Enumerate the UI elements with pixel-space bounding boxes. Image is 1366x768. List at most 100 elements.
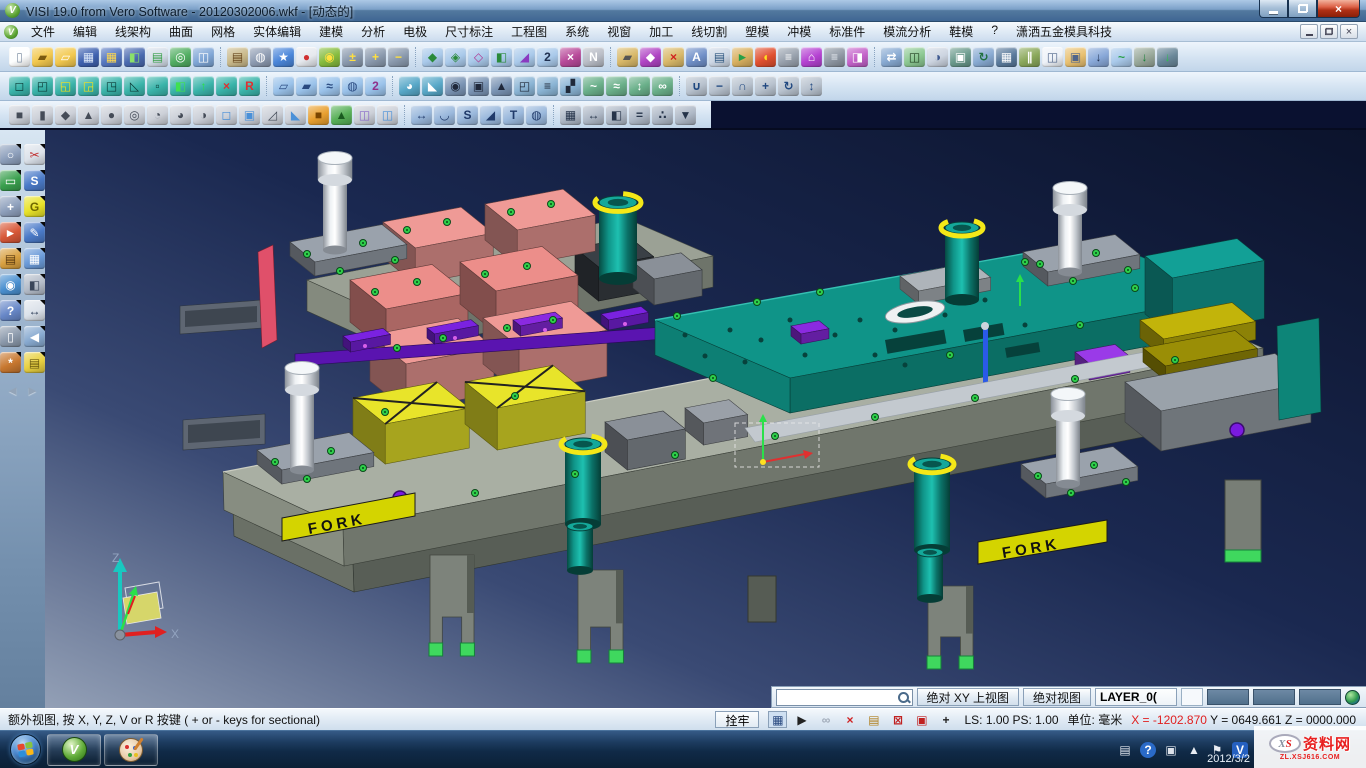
3d-viewport-scene[interactable]: FORKFORK ZX <box>45 130 1366 708</box>
menu-item-6[interactable]: 建模 <box>310 21 352 42</box>
mesh-sphere-icon[interactable]: ◍ <box>342 76 363 96</box>
layer-stack-icon[interactable]: ≡ <box>778 47 799 67</box>
thicken-feature-icon[interactable]: ↕ <box>629 76 650 96</box>
open-part-icon[interactable]: ▱ <box>55 47 76 67</box>
cursor-select-icon[interactable]: ▶ <box>792 711 811 728</box>
trim-scissors-icon[interactable]: ✂ <box>24 144 45 165</box>
stretch-solid-icon[interactable]: ↔ <box>411 105 432 125</box>
solid-cut-icon[interactable]: ◰ <box>32 76 53 96</box>
chamfer-edge-icon[interactable]: ◣ <box>422 76 443 96</box>
wrap-face-icon[interactable]: ◍ <box>526 105 547 125</box>
query-info-icon[interactable]: ? <box>0 300 21 321</box>
wedge-block-icon[interactable]: ◣ <box>285 105 306 125</box>
selection-frame-icon[interactable]: ▭ <box>0 170 21 191</box>
mdi-restore-button[interactable] <box>1320 24 1338 39</box>
print-icon[interactable]: ▤ <box>147 47 168 67</box>
menu-item-5[interactable]: 实体编辑 <box>244 21 310 42</box>
menu-item-1[interactable]: 编辑 <box>64 21 106 42</box>
mdi-minimize-button[interactable] <box>1300 24 1318 39</box>
mdi-close-button[interactable]: × <box>1340 24 1358 39</box>
sew-faces-icon[interactable]: ∞ <box>652 76 673 96</box>
search-icon[interactable] <box>897 691 910 704</box>
menu-item-15[interactable]: 塑模 <box>736 21 778 42</box>
open-file-icon[interactable]: ▰ <box>32 47 53 67</box>
sheet-bend-icon[interactable]: ◿ <box>262 105 283 125</box>
view-back-icon[interactable]: ◄ <box>6 383 19 398</box>
view-forward-icon[interactable]: ► <box>26 383 39 398</box>
primitive-box-icon[interactable]: ■ <box>9 105 30 125</box>
window-split-icon[interactable]: ◫ <box>193 47 214 67</box>
taskbar-paint-button[interactable] <box>104 734 158 766</box>
draft-analysis-icon[interactable]: ▰ <box>617 47 638 67</box>
solid-extract-icon[interactable]: ↑ <box>193 76 214 96</box>
menu-item-11[interactable]: 系统 <box>556 21 598 42</box>
menu-item-16[interactable]: 冲模 <box>778 21 820 42</box>
search-input[interactable] <box>779 690 897 704</box>
primitive-sphere-icon[interactable]: ● <box>101 105 122 125</box>
freeform-surface-icon[interactable]: ≈ <box>319 76 340 96</box>
modify-attributes-icon[interactable]: ▤ <box>0 248 21 269</box>
surface-renumber-icon[interactable]: 2 <box>537 47 558 67</box>
press-fit-icon[interactable]: ↓ <box>1157 47 1178 67</box>
surface-offset-icon[interactable]: ◆ <box>422 47 443 67</box>
shell-cube-icon[interactable]: ◻ <box>216 105 237 125</box>
boolean-unite-icon[interactable]: ∪ <box>686 76 707 96</box>
plus-key-icon[interactable]: + <box>936 711 955 728</box>
solid-replace-face-icon[interactable]: R <box>239 76 260 96</box>
pocket-feature-icon[interactable]: ▣ <box>468 76 489 96</box>
curve-order-icon[interactable]: 2 <box>365 76 386 96</box>
solid-delete-face-icon[interactable]: × <box>216 76 237 96</box>
boolean-intersect-icon[interactable]: ∩ <box>732 76 753 96</box>
sweep-feature-icon[interactable]: ~ <box>583 76 604 96</box>
absolute-view-button[interactable]: 绝对视图 <box>1023 688 1091 706</box>
emboss-text-icon[interactable]: T <box>503 105 524 125</box>
traffic-light-icon[interactable]: ● <box>296 47 317 67</box>
paste-icon[interactable]: ▣ <box>1065 47 1086 67</box>
extrude-tree-icon[interactable]: ▲ <box>331 105 352 125</box>
view-option-button-3[interactable] <box>1299 689 1341 705</box>
shaded-view-icon[interactable]: ◍ <box>250 47 271 67</box>
solid-wireframe-icon[interactable]: ◻ <box>9 76 30 96</box>
fillet-edge-icon[interactable]: ◕ <box>399 76 420 96</box>
curvature-map-icon[interactable]: ◖ <box>755 47 776 67</box>
plane-surface-icon[interactable]: ▱ <box>273 76 294 96</box>
delete-entity-icon[interactable]: ▯ <box>0 326 21 347</box>
menu-item-20[interactable]: ? <box>982 21 1007 42</box>
globe-icon[interactable] <box>1345 690 1360 705</box>
save-icon[interactable]: ▦ <box>78 47 99 67</box>
part-arrow-icon[interactable]: ► <box>732 47 753 67</box>
solid-corner-icon[interactable]: ◳ <box>101 76 122 96</box>
support-stool-2-icon[interactable]: ◫ <box>377 105 398 125</box>
solid-slice-icon[interactable]: ◺ <box>124 76 145 96</box>
menu-item-17[interactable]: 标准件 <box>820 21 874 42</box>
menu-item-14[interactable]: 线切割 <box>682 21 736 42</box>
lift-face-icon[interactable]: ◫ <box>904 47 925 67</box>
new-file-icon[interactable]: ▯ <box>9 47 30 67</box>
solid-face-yellow-icon[interactable]: ◱ <box>55 76 76 96</box>
menu-item-2[interactable]: 线架构 <box>106 21 160 42</box>
report-icon[interactable]: ▤ <box>709 47 730 67</box>
box-delete-icon[interactable]: ⊠ <box>888 711 907 728</box>
activate-part-icon[interactable]: ↓ <box>1088 47 1109 67</box>
mold-block-icon[interactable]: ⌂ <box>801 47 822 67</box>
drill-tool-icon[interactable]: ↓ <box>1134 47 1155 67</box>
sketch-spline-icon[interactable]: S <box>24 170 45 191</box>
measure-dimension-icon[interactable]: ↔ <box>24 300 45 321</box>
primitive-prism-icon[interactable]: ◆ <box>55 105 76 125</box>
absolute-xy-top-view-button[interactable]: 绝对 XY 上视图 <box>917 688 1019 706</box>
restore-window-icon[interactable]: ▣ <box>1163 742 1179 758</box>
save-as-icon[interactable]: ▦ <box>101 47 122 67</box>
snap-points-icon[interactable]: ∴ <box>652 105 673 125</box>
menu-item-18[interactable]: 模流分析 <box>874 21 940 42</box>
purge-layers-icon[interactable]: ▤ <box>227 47 248 67</box>
taskbar-visi-button[interactable]: V <box>47 734 101 766</box>
solid-small-icon[interactable]: ▫ <box>147 76 168 96</box>
menu-item-8[interactable]: 电极 <box>394 21 436 42</box>
corner-sphere-3-icon[interactable]: ◑ <box>193 105 214 125</box>
menu-item-3[interactable]: 曲面 <box>160 21 202 42</box>
menu-item-10[interactable]: 工程图 <box>502 21 556 42</box>
snap-point-icon[interactable]: ► <box>0 222 21 243</box>
minimize-button[interactable] <box>1259 0 1288 18</box>
grid-snap-tool-icon[interactable]: ▦ <box>560 105 581 125</box>
smooth-surface-icon[interactable]: ~ <box>1111 47 1132 67</box>
